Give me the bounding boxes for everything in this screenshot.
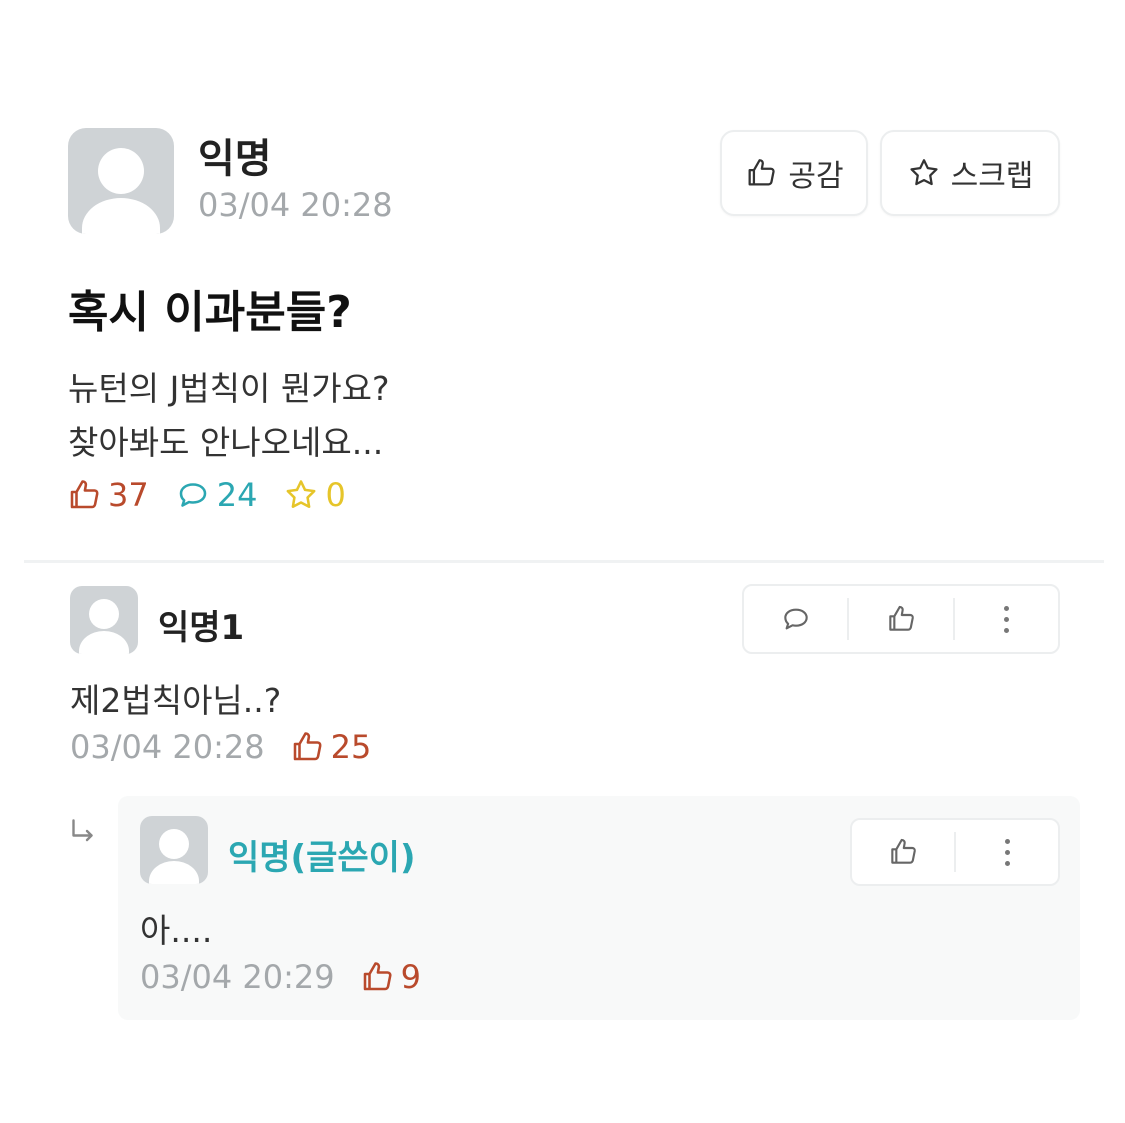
like-button[interactable]: 공감 bbox=[720, 130, 868, 216]
comment-more-button[interactable] bbox=[955, 586, 1058, 652]
thumbs-up-icon bbox=[748, 159, 776, 186]
comment-like-count: 25 bbox=[289, 728, 371, 766]
post-scrap-count: 0 bbox=[283, 476, 346, 514]
like-button-label: 공감 bbox=[788, 159, 844, 194]
comment-text: 제2법칙아님..? bbox=[70, 681, 282, 720]
thumbs-up-icon bbox=[293, 732, 322, 761]
post-stats: 37 24 0 bbox=[66, 476, 346, 514]
comment-timestamp: 03/04 20:28 bbox=[70, 728, 265, 766]
more-vertical-icon bbox=[1004, 838, 1010, 866]
reply-action-bar bbox=[850, 818, 1060, 886]
post-author-avatar bbox=[68, 128, 174, 234]
post-timestamp: 03/04 20:28 bbox=[198, 186, 393, 224]
post-body-line-1: 뉴턴의 J법칙이 뭔가요? bbox=[68, 369, 390, 408]
reply-author-name[interactable]: 익명(글쓴이) bbox=[228, 830, 415, 879]
reply-text: 아.... bbox=[140, 911, 213, 950]
post-comment-count: 24 bbox=[175, 476, 257, 514]
comment-author-avatar bbox=[70, 586, 138, 654]
more-vertical-icon bbox=[1003, 605, 1009, 633]
scrap-button-label: 스크랩 bbox=[950, 159, 1034, 194]
thumbs-up-icon bbox=[891, 838, 916, 864]
speech-bubble-icon bbox=[783, 608, 808, 630]
reply-like-count: 9 bbox=[359, 958, 421, 996]
star-icon bbox=[286, 480, 316, 508]
thumbs-up-icon bbox=[363, 962, 392, 991]
reply-arrow-icon bbox=[72, 819, 93, 842]
scrap-button[interactable]: 스크랩 bbox=[880, 130, 1060, 216]
speech-bubble-icon bbox=[179, 483, 206, 507]
reply-like-button[interactable] bbox=[852, 820, 954, 884]
comment-action-bar bbox=[742, 584, 1060, 654]
reply-timestamp: 03/04 20:29 bbox=[140, 958, 335, 996]
post-divider bbox=[24, 560, 1104, 563]
post-body-line-2: 찾아봐도 안나오네요... bbox=[68, 423, 384, 462]
star-icon bbox=[909, 159, 938, 186]
comment-like-button[interactable] bbox=[849, 586, 952, 652]
thumbs-up-icon bbox=[70, 480, 99, 509]
reply-more-button[interactable] bbox=[956, 820, 1058, 884]
comment-meta: 03/04 20:28 25 bbox=[70, 728, 371, 766]
thumbs-up-icon bbox=[889, 605, 914, 631]
post-author-name[interactable]: 익명 bbox=[198, 126, 272, 184]
comment-reply-button[interactable] bbox=[744, 586, 847, 652]
post-title: 혹시 이과분들? bbox=[68, 287, 352, 338]
reply-author-avatar bbox=[140, 816, 208, 884]
post-like-count: 37 bbox=[66, 476, 149, 514]
comment-author-name[interactable]: 익명1 bbox=[158, 600, 244, 649]
reply-meta: 03/04 20:29 9 bbox=[140, 958, 421, 996]
